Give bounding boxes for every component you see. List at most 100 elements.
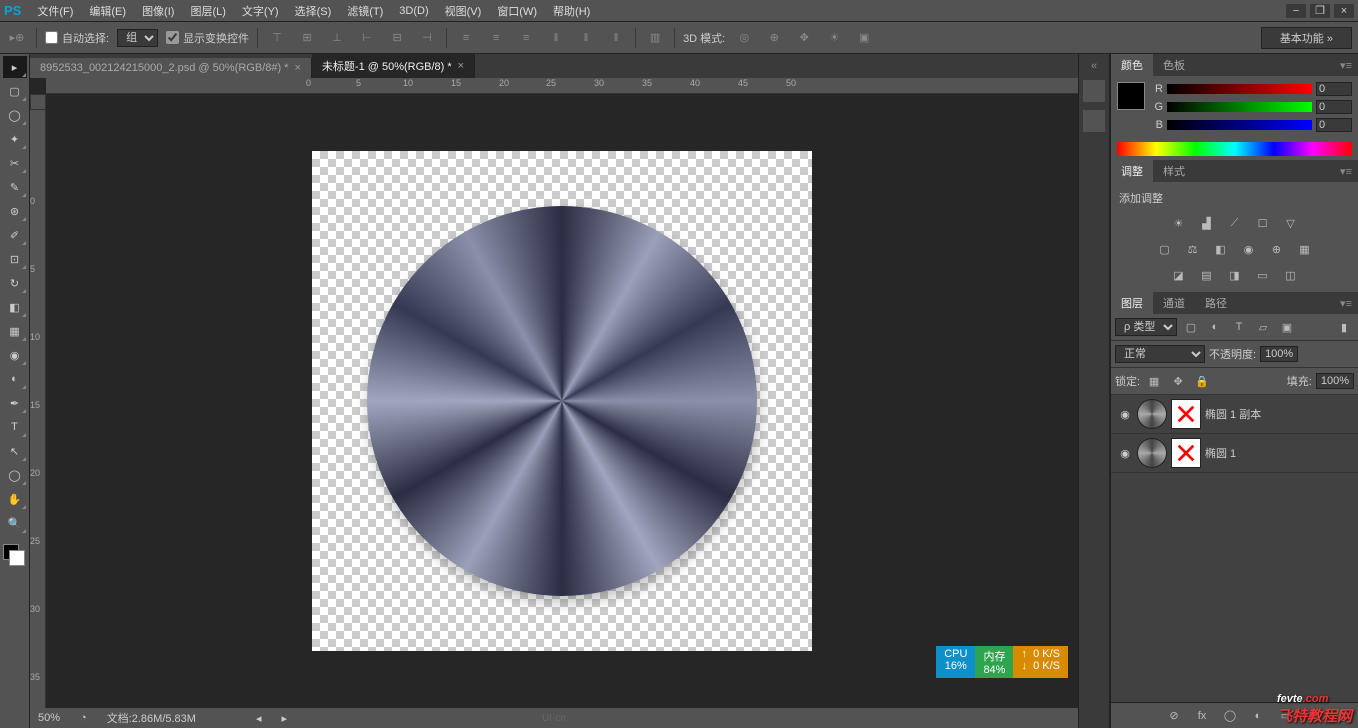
lock-pixels-icon[interactable]: ▦ [1144,372,1164,390]
panel-menu-icon[interactable]: ▾≡ [1334,59,1358,72]
foreground-color[interactable] [1117,82,1145,110]
close-icon[interactable]: × [1334,4,1354,18]
menu-edit[interactable]: 编辑(E) [81,3,134,19]
layer-row[interactable]: ◉ 椭圆 1 [1111,434,1358,473]
tab-styles[interactable]: 样式 [1153,160,1195,182]
threshold-icon[interactable]: ◨ [1225,266,1245,284]
menu-layer[interactable]: 图层(L) [182,3,233,19]
blend-mode[interactable]: 正常 [1115,345,1205,363]
filter-adjust-icon[interactable]: ◐ [1205,318,1225,336]
layer-name[interactable]: 椭圆 1 [1205,445,1352,461]
blackwhite-icon[interactable]: ◧ [1211,240,1231,258]
history-brush-tool[interactable]: ↻ [3,272,27,294]
crop-tool[interactable]: ✂ [3,152,27,174]
dodge-tool[interactable]: ◐ [3,368,27,390]
dist-hcenter-icon[interactable]: ‖ [575,27,597,49]
ruler-origin[interactable] [30,94,46,110]
menu-help[interactable]: 帮助(H) [545,3,598,19]
filter-type-icon[interactable]: T [1229,318,1249,336]
auto-select-check[interactable]: 自动选择: [45,30,109,46]
hue-strip[interactable] [1117,142,1352,156]
properties-panel-icon[interactable] [1083,110,1105,132]
workspace-switcher[interactable]: 基本功能 » [1261,27,1352,49]
pen-tool[interactable]: ✒ [3,392,27,414]
align-hcenter-icon[interactable]: ⊟ [386,27,408,49]
scroll-left-icon[interactable]: ◂ [256,712,262,725]
dist-right-icon[interactable]: ‖ [605,27,627,49]
dist-top-icon[interactable]: ≡ [455,27,477,49]
type-tool[interactable]: T [3,416,27,438]
tab-adjustments[interactable]: 调整 [1111,160,1153,182]
lock-position-icon[interactable]: ✥ [1168,372,1188,390]
healing-tool[interactable]: ⊛ [3,200,27,222]
layer-fx-icon[interactable]: fx [1192,707,1212,725]
blue-slider[interactable] [1167,120,1312,130]
history-panel-icon[interactable] [1083,80,1105,102]
panel-menu-icon[interactable]: ▾≡ [1334,165,1358,178]
photo-filter-icon[interactable]: ◉ [1239,240,1259,258]
hand-tool[interactable]: ✋ [3,488,27,510]
filter-smart-icon[interactable]: ▣ [1277,318,1297,336]
selective-color-icon[interactable]: ◫ [1281,266,1301,284]
layer-thumbnail[interactable] [1137,438,1167,468]
levels-icon[interactable]: ▟ [1197,214,1217,232]
gradient-map-icon[interactable]: ▭ [1253,266,1273,284]
menu-window[interactable]: 窗口(W) [489,3,545,19]
menu-filter[interactable]: 滤镜(T) [339,3,391,19]
brightness-icon[interactable]: ☀ [1169,214,1189,232]
brush-tool[interactable]: ✐ [3,224,27,246]
restore-icon[interactable]: ❐ [1310,4,1330,18]
camera-3d-icon[interactable]: ▣ [853,27,875,49]
filter-shape-icon[interactable]: ▱ [1253,318,1273,336]
eraser-tool[interactable]: ◧ [3,296,27,318]
panel-menu-icon[interactable]: ▾≡ [1334,297,1358,310]
align-bottom-icon[interactable]: ⊥ [326,27,348,49]
shape-tool[interactable]: ◯ [3,464,27,486]
align-left-icon[interactable]: ⊢ [356,27,378,49]
menu-file[interactable]: 文件(F) [29,3,81,19]
horizontal-ruler[interactable]: 05 1015 2025 3035 4045 50 [46,78,1078,94]
move-tool-icon[interactable]: ▸⊕ [6,27,28,49]
align-vcenter-icon[interactable]: ⊞ [296,27,318,49]
red-value[interactable]: 0 [1316,82,1352,96]
lasso-tool[interactable]: ◯ [3,104,27,126]
tab-paths[interactable]: 路径 [1195,292,1237,314]
menu-select[interactable]: 选择(S) [287,3,340,19]
canvas-viewport[interactable]: CPU16% 内存84% ↑ 0 K/S↓ 0 K/S [46,94,1078,708]
doc-tab-1[interactable]: 8952533_002124215000_2.psd @ 50%(RGB/8#)… [30,58,312,78]
color-swatches[interactable] [3,544,27,568]
posterize-icon[interactable]: ▤ [1197,266,1217,284]
minimize-icon[interactable]: − [1286,4,1306,18]
pan-3d-icon[interactable]: ⊕ [763,27,785,49]
menu-image[interactable]: 图像(I) [134,3,182,19]
path-select-tool[interactable]: ↖ [3,440,27,462]
menu-3d[interactable]: 3D(D) [391,5,436,17]
auto-align-icon[interactable]: ▥ [644,27,666,49]
filter-pixel-icon[interactable]: ▢ [1181,318,1201,336]
tab-layers[interactable]: 图层 [1111,292,1153,314]
fill-value[interactable]: 100% [1316,373,1354,389]
eyedropper-tool[interactable]: ✎ [3,176,27,198]
visibility-icon[interactable]: ◉ [1117,408,1133,421]
canvas-document[interactable] [312,151,812,651]
vertical-ruler[interactable]: 05 1015 2025 3035 [30,110,46,708]
hue-sat-icon[interactable]: ▢ [1155,240,1175,258]
zoom-tool[interactable]: 🔍 [3,512,27,534]
move-3d-icon[interactable]: ✥ [793,27,815,49]
add-mask-icon[interactable]: ◯ [1220,707,1240,725]
dist-bottom-icon[interactable]: ≡ [515,27,537,49]
stamp-tool[interactable]: ⊡ [3,248,27,270]
status-doc-info-icon[interactable]: ◔ [80,712,87,724]
orbit-icon[interactable]: ◎ [733,27,755,49]
red-slider[interactable] [1167,84,1312,94]
visibility-icon[interactable]: ◉ [1117,447,1133,460]
link-layers-icon[interactable]: ⊘ [1164,707,1184,725]
expand-dock-icon[interactable]: « [1091,60,1097,72]
new-adjustment-icon[interactable]: ◐ [1248,707,1268,725]
doc-tab-2[interactable]: 未标题-1 @ 50%(RGB/8) *× [312,54,475,78]
close-icon[interactable]: × [294,62,300,74]
auto-select-type[interactable]: 组 [117,29,158,47]
channel-mixer-icon[interactable]: ⊕ [1267,240,1287,258]
scroll-right-icon[interactable]: ▸ [281,712,287,725]
layer-row[interactable]: ◉ 椭圆 1 副本 [1111,395,1358,434]
